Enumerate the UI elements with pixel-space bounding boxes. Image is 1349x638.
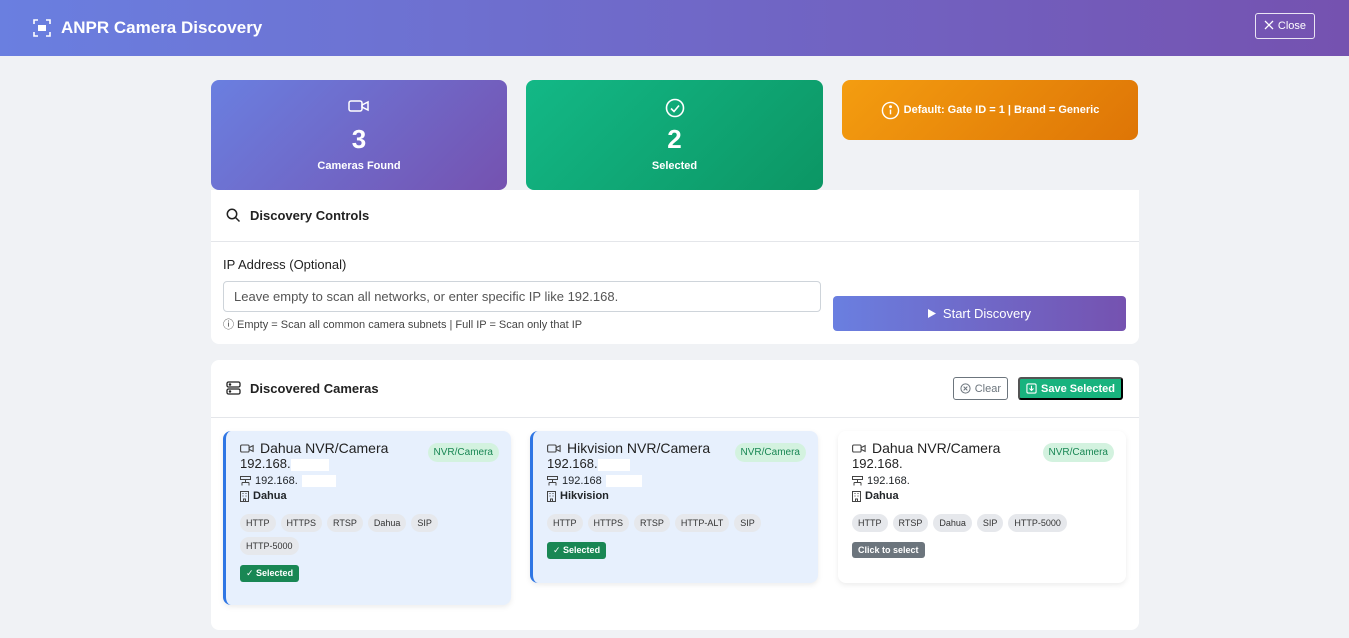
start-discovery-button[interactable]: Start Discovery bbox=[833, 296, 1126, 331]
camera-name: Dahua NVR/Camera bbox=[260, 440, 389, 456]
camera-brand-row: Hikvision bbox=[547, 490, 804, 502]
camera-type-badge: NVR/Camera bbox=[1042, 443, 1114, 462]
start-discovery-label: Start Discovery bbox=[942, 306, 1032, 321]
camera-title-ip: 192.168. bbox=[240, 456, 291, 471]
protocol-tag: HTTP-5000 bbox=[240, 537, 299, 555]
protocol-tag: HTTP bbox=[852, 514, 888, 532]
close-button[interactable]: Close bbox=[1254, 13, 1315, 39]
camera-brand-row: Dahua bbox=[852, 490, 1112, 502]
camera-brand: Hikvision bbox=[560, 490, 609, 502]
camera-title-ip: 192.168. bbox=[547, 456, 598, 471]
selected-card: 2 Selected bbox=[526, 80, 823, 190]
camera-card[interactable]: Hikvision NVR/Camera 192.168. NVR/Camera… bbox=[530, 431, 818, 583]
network-icon bbox=[547, 476, 558, 486]
camera-name: Dahua NVR/Camera bbox=[872, 440, 1001, 456]
protocol-tag: RTSP bbox=[327, 514, 363, 532]
discovered-cameras-panel: Discovered Cameras Clear Save Selected D… bbox=[211, 360, 1139, 630]
clear-button[interactable]: Clear bbox=[952, 377, 1008, 400]
protocol-tag: RTSP bbox=[892, 514, 929, 532]
cameras-found-label: Cameras Found bbox=[317, 160, 401, 172]
building-icon bbox=[240, 490, 249, 502]
protocol-tag: SIP bbox=[734, 514, 761, 532]
camera-brand: Dahua bbox=[253, 490, 287, 502]
camera-brand: Dahua bbox=[865, 490, 899, 502]
ip-address-input[interactable] bbox=[223, 281, 821, 312]
network-icon bbox=[852, 476, 863, 486]
camera-ip: 192.168. bbox=[867, 475, 910, 487]
cameras-found-card: 3 Cameras Found bbox=[211, 80, 507, 190]
video-camera-icon bbox=[348, 98, 370, 118]
protocol-tag: HTTP-5000 bbox=[1008, 514, 1067, 532]
discovery-controls-header: Discovery Controls bbox=[211, 190, 1139, 242]
discovered-cameras-title: Discovered Cameras bbox=[250, 381, 379, 396]
camera-type-badge: NVR/Camera bbox=[734, 443, 806, 462]
check-circle-icon bbox=[665, 98, 685, 118]
play-icon bbox=[927, 309, 936, 318]
selected-count: 2 bbox=[667, 124, 682, 154]
selected-badge: ✓ Selected bbox=[240, 565, 300, 582]
camera-brand-row: Dahua bbox=[240, 490, 497, 502]
camera-type-badge: NVR/Camera bbox=[427, 443, 499, 462]
camera-ip: 192.168 bbox=[562, 475, 602, 487]
camera-title-ip: 192.168. bbox=[852, 456, 903, 471]
protocol-tag: SIP bbox=[411, 514, 438, 532]
protocol-tag: Dahua bbox=[933, 514, 972, 532]
protocol-tags: HTTP HTTPS RTSP Dahua SIP HTTP-5000 bbox=[240, 514, 480, 555]
ip-address-label: IP Address (Optional) bbox=[223, 257, 347, 272]
cameras-found-count: 3 bbox=[351, 124, 367, 154]
protocol-tag: HTTP bbox=[240, 514, 276, 532]
protocol-tags: HTTP RTSP Dahua SIP HTTP-5000 bbox=[852, 514, 1092, 532]
protocol-tag: HTTP-ALT bbox=[674, 514, 730, 532]
x-circle-icon bbox=[960, 383, 971, 394]
close-icon bbox=[1264, 20, 1274, 33]
ip-hint-text: ⓘ Empty = Scan all common camera subnets… bbox=[223, 319, 583, 331]
scan-icon bbox=[33, 19, 51, 37]
camera-name: Hikvision NVR/Camera bbox=[567, 440, 711, 456]
default-info-text: Default: Gate ID = 1 | Brand = Generic bbox=[903, 104, 1100, 116]
clear-button-label: Clear bbox=[974, 382, 1001, 395]
save-selected-button[interactable]: Save Selected bbox=[1018, 377, 1123, 400]
server-icon bbox=[226, 380, 242, 397]
building-icon bbox=[852, 490, 861, 502]
camera-actions: Clear Save Selected bbox=[952, 377, 1123, 400]
building-icon bbox=[547, 490, 556, 502]
video-camera-icon bbox=[547, 443, 561, 454]
save-selected-label: Save Selected bbox=[1041, 382, 1115, 395]
video-camera-icon bbox=[240, 443, 254, 454]
page-title: ANPR Camera Discovery bbox=[61, 18, 263, 37]
info-icon bbox=[881, 101, 900, 120]
close-button-label: Close bbox=[1277, 20, 1306, 32]
protocol-tags: HTTP HTTPS RTSP HTTP-ALT SIP bbox=[547, 514, 787, 532]
protocol-tag: HTTP bbox=[547, 514, 583, 532]
camera-ip: 192.168. bbox=[255, 475, 298, 487]
search-icon bbox=[226, 208, 242, 224]
network-icon bbox=[240, 476, 251, 486]
top-bar: ANPR Camera Discovery Close bbox=[0, 0, 1349, 56]
protocol-tag: SIP bbox=[976, 514, 1004, 532]
click-to-select-badge[interactable]: Click to select bbox=[852, 542, 925, 558]
selected-badge: ✓ Selected bbox=[547, 542, 607, 559]
selected-label: Selected bbox=[651, 160, 698, 172]
video-camera-icon bbox=[852, 443, 866, 454]
camera-card[interactable]: Dahua NVR/Camera 192.168. NVR/Camera 192… bbox=[838, 431, 1126, 583]
protocol-tag: Dahua bbox=[367, 514, 407, 532]
discovery-controls-panel: Discovery Controls IP Address (Optional)… bbox=[211, 190, 1139, 344]
camera-ip-row: 192.168. bbox=[240, 475, 497, 487]
protocol-tag: HTTPS bbox=[280, 514, 323, 532]
camera-ip-row: 192.168 bbox=[547, 475, 804, 487]
camera-ip-row: 192.168. bbox=[852, 475, 1112, 487]
discovery-controls-title: Discovery Controls bbox=[250, 208, 370, 223]
protocol-tag: RTSP bbox=[634, 514, 670, 532]
protocol-tag: HTTPS bbox=[587, 514, 630, 532]
default-info-card: Default: Gate ID = 1 | Brand = Generic bbox=[842, 80, 1138, 140]
download-icon bbox=[1026, 383, 1037, 394]
camera-card[interactable]: Dahua NVR/Camera 192.168. NVR/Camera 192… bbox=[223, 431, 511, 605]
